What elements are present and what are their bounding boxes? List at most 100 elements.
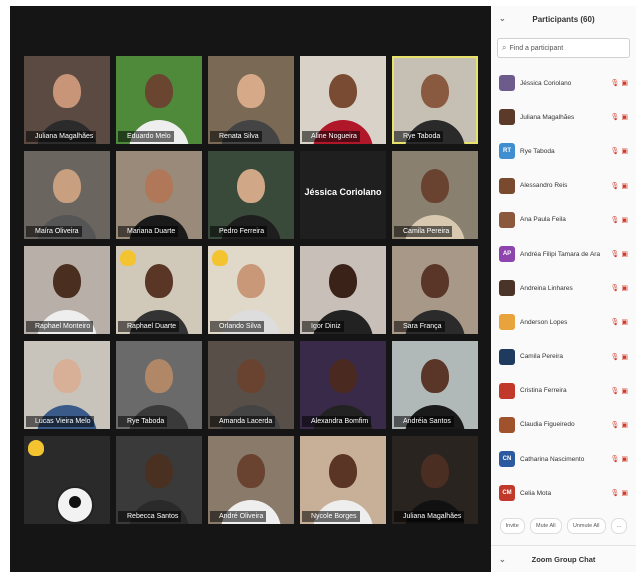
video-off-icon[interactable]: ▣ <box>619 114 628 121</box>
participant-name: Claudia Figueiredo <box>520 421 575 429</box>
participant-row[interactable]: Ana Paula Feila 🎙 ▣ <box>491 203 636 237</box>
participant-row[interactable]: Alessandro Reis 🎙 ▣ <box>491 169 636 203</box>
video-tile[interactable]: Rye Taboda <box>392 56 478 144</box>
participant-status-icons: 🎙 ▣ <box>611 216 628 224</box>
video-tile[interactable]: Lucas Vieira Melo <box>24 341 110 429</box>
video-off-icon[interactable]: ▣ <box>619 80 628 87</box>
video-tile[interactable]: Pedro Ferreira <box>208 151 294 239</box>
video-tile[interactable]: Rebecca Santos <box>116 436 202 524</box>
video-tile[interactable]: Alexandra Bomfim <box>300 341 386 429</box>
participant-row[interactable]: RT Rye Taboda 🎙 ▣ <box>491 134 636 168</box>
tile-name-label: Juliana Magalhães <box>26 131 97 142</box>
video-tile[interactable]: Renata Silva <box>208 56 294 144</box>
participant-row[interactable]: Andreina Linhares 🎙 ▣ <box>491 271 636 305</box>
participant-row[interactable]: Claudia Figueiredo 🎙 ▣ <box>491 408 636 442</box>
video-off-icon[interactable]: ▣ <box>619 354 628 361</box>
participants-action-button[interactable]: Unmute All <box>566 518 606 534</box>
user-avatar-icon <box>56 486 94 524</box>
tile-name-label: André Oliveira <box>210 511 267 522</box>
video-tile[interactable]: André Oliveira <box>208 436 294 524</box>
participant-status-icons: 🎙 ▣ <box>611 147 628 155</box>
video-tile[interactable]: Aline Nogueira <box>300 56 386 144</box>
tile-name-label: Juliana Magalhães <box>394 511 465 522</box>
tile-name-label: Maíra Oliveira <box>26 226 82 237</box>
chevron-down-icon[interactable]: ⌄ <box>499 14 506 23</box>
video-off-icon[interactable]: ▣ <box>619 422 628 429</box>
video-tile[interactable]: Camila Pereira <box>392 151 478 239</box>
tile-name-label: Eduardo Melo <box>118 131 174 142</box>
participant-status-icons: 🎙 ▣ <box>611 79 628 87</box>
participant-name: Ana Paula Feila <box>520 216 566 224</box>
participants-action-button[interactable]: ... <box>610 518 628 534</box>
video-off-icon[interactable]: ▣ <box>619 490 628 497</box>
participant-row[interactable]: CM Celia Mota 🎙 ▣ <box>491 476 636 510</box>
video-tile[interactable]: Juliana Magalhães <box>24 56 110 144</box>
participant-face <box>329 454 357 488</box>
video-tile[interactable]: Nycole Borges <box>300 436 386 524</box>
participant-status-icons: 🎙 ▣ <box>611 421 628 429</box>
participant-row[interactable]: Juliana Magalhães 🎙 ▣ <box>491 100 636 134</box>
tile-name-label: Raphael Duarte <box>118 321 180 332</box>
participant-status-icons: 🎙 ▣ <box>611 250 628 258</box>
video-tile[interactable]: Amanda Lacerda <box>208 341 294 429</box>
participant-face <box>145 169 173 203</box>
avatar <box>499 280 515 297</box>
video-off-icon[interactable]: ▣ <box>619 217 628 224</box>
video-tile[interactable]: Raphael Monteiro <box>24 246 110 334</box>
participant-row[interactable]: Cristina Ferreira 🎙 ▣ <box>491 374 636 408</box>
tile-name-label: Aline Nogueira <box>302 131 360 142</box>
participant-name: Rye Taboda <box>520 147 555 155</box>
chevron-down-icon[interactable]: ⌄ <box>499 555 506 564</box>
participants-action-button[interactable]: Invite <box>499 518 525 534</box>
participant-status-icons: 🎙 ▣ <box>611 387 628 395</box>
video-tile[interactable]: Mariana Duarte <box>116 151 202 239</box>
participant-status-icons: 🎙 ▣ <box>611 353 628 361</box>
participant-row[interactable]: Jéssica Coriolano 🎙 ▣ <box>491 66 636 100</box>
avatar: CN <box>499 451 515 468</box>
video-gallery: Juliana Magalhães Eduardo Melo Renata Silv… <box>10 6 491 572</box>
video-off-icon[interactable]: ▣ <box>619 388 628 395</box>
video-tile[interactable]: Juliana Magalhães <box>392 436 478 524</box>
video-off-icon[interactable]: ▣ <box>619 148 628 155</box>
video-tile[interactable]: Eduardo Melo <box>116 56 202 144</box>
video-tile[interactable]: Orlando Silva <box>208 246 294 334</box>
video-tile[interactable]: Sara França <box>392 246 478 334</box>
avatar <box>499 211 515 228</box>
video-tile[interactable]: Rye Taboda <box>116 341 202 429</box>
video-tile[interactable]: Igor Diniz <box>300 246 386 334</box>
participant-face <box>145 264 173 298</box>
video-tile[interactable]: Maíra Oliveira <box>24 151 110 239</box>
participant-search-input[interactable]: ⌕ Find a participant <box>497 38 630 58</box>
video-tile[interactable]: Andréia Santos <box>392 341 478 429</box>
video-off-icon[interactable]: ▣ <box>619 183 628 190</box>
chat-title: Zoom Group Chat <box>531 554 596 564</box>
participant-row[interactable]: CN Catharina Nascimento 🎙 ▣ <box>491 442 636 476</box>
participant-row[interactable]: Anderson Lopes 🎙 ▣ <box>491 305 636 339</box>
raised-hand-icon <box>28 440 44 456</box>
participant-row[interactable]: Camila Pereira 🎙 ▣ <box>491 340 636 374</box>
participant-status-icons: 🎙 ▣ <box>611 489 628 497</box>
tile-name-label: Mariana Duarte <box>118 226 179 237</box>
chat-header[interactable]: ⌄ Zoom Group Chat <box>491 545 636 572</box>
participant-status-icons: 🎙 ▣ <box>611 113 628 121</box>
video-off-icon[interactable]: ▣ <box>619 285 628 292</box>
video-off-icon[interactable]: ▣ <box>619 456 628 463</box>
tile-name-label: Orlando Silva <box>210 321 265 332</box>
participants-action-button[interactable]: Mute All <box>530 518 562 534</box>
tile-name-label: Igor Diniz <box>302 321 344 332</box>
participant-face <box>145 74 173 108</box>
participant-row[interactable]: AP Andréa Filipi Tamara de Araújo 🎙 ▣ <box>491 237 636 271</box>
video-tile[interactable]: Raphael Duarte <box>116 246 202 334</box>
participant-face <box>237 169 265 203</box>
participant-status-icons: 🎙 ▣ <box>611 182 628 190</box>
participant-name: Camila Pereira <box>520 353 563 361</box>
video-off-icon[interactable]: ▣ <box>619 319 628 326</box>
video-tile[interactable] <box>24 436 110 524</box>
avatar <box>499 382 515 399</box>
video-tile[interactable]: Jéssica Coriolano <box>300 151 386 239</box>
video-off-icon[interactable]: ▣ <box>619 251 628 258</box>
search-placeholder: Find a participant <box>509 44 564 52</box>
participant-face <box>329 74 357 108</box>
tile-name-label: Rye Taboda <box>394 131 444 142</box>
participant-face <box>237 74 265 108</box>
